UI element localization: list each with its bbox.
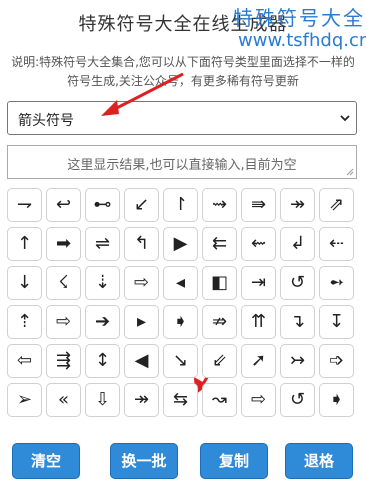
- symbol-cell[interactable]: ↓: [7, 266, 42, 300]
- symbol-cell[interactable]: ➚: [241, 344, 276, 378]
- symbol-cell[interactable]: ☇: [46, 266, 81, 300]
- resize-grip-icon[interactable]: [346, 168, 354, 176]
- watermark-url: www.tsfhdq.cn: [238, 30, 366, 51]
- watermark-title: 特殊符号大全: [233, 6, 365, 30]
- symbol-cell[interactable]: ⇩: [85, 383, 120, 417]
- symbol-cell[interactable]: ↺: [280, 383, 315, 417]
- symbol-cell[interactable]: ➩: [319, 344, 354, 378]
- refresh-button[interactable]: 换一批: [110, 443, 178, 479]
- symbol-cell[interactable]: ⇆: [163, 383, 198, 417]
- symbol-cell[interactable]: ↕: [85, 344, 120, 378]
- symbol-cell[interactable]: ↴: [280, 305, 315, 339]
- symbol-cell[interactable]: ⇨: [124, 266, 159, 300]
- symbol-cell[interactable]: ↧: [319, 305, 354, 339]
- symbol-cell[interactable]: ◀: [124, 344, 159, 378]
- symbol-cell[interactable]: ↺: [280, 266, 315, 300]
- symbol-cell[interactable]: ◧: [202, 266, 237, 300]
- symbol-cell[interactable]: ↣: [280, 344, 315, 378]
- symbol-cell[interactable]: ⇏: [202, 305, 237, 339]
- result-placeholder: 这里显示结果,也可以直接输入,目前为空: [67, 158, 297, 173]
- symbol-cell[interactable]: ➻: [319, 266, 354, 300]
- symbol-cell[interactable]: ⇨: [46, 305, 81, 339]
- symbol-cell[interactable]: ⇥: [241, 266, 276, 300]
- symbol-cell[interactable]: ⇗: [319, 188, 354, 222]
- symbol-cell[interactable]: ▸: [124, 305, 159, 339]
- symbol-cell[interactable]: ⇛: [241, 188, 276, 222]
- symbol-cell[interactable]: ➧: [319, 383, 354, 417]
- symbol-cell[interactable]: ↠: [280, 188, 315, 222]
- description-text: 说明:特殊符号大全集合,您可以从下面符号类型里面选择不一样的符号生成,关注公众号…: [11, 55, 355, 88]
- symbol-cell[interactable]: ↩: [46, 188, 81, 222]
- category-select-value: 箭头符号: [18, 113, 74, 129]
- symbol-cell[interactable]: ◂: [163, 266, 198, 300]
- symbol-cell[interactable]: ↑: [7, 227, 42, 261]
- symbol-cell[interactable]: ➡: [46, 227, 81, 261]
- copy-button[interactable]: 复制: [200, 443, 268, 479]
- symbol-cell[interactable]: ⇝: [202, 188, 237, 222]
- symbol-cell[interactable]: ↝: [202, 383, 237, 417]
- symbol-cell[interactable]: ↠: [124, 383, 159, 417]
- symbol-cell[interactable]: ↘: [163, 344, 198, 378]
- symbol-cell[interactable]: ⇁: [7, 188, 42, 222]
- chevron-down-icon: [340, 115, 350, 122]
- symbol-cell[interactable]: ⇶: [46, 344, 81, 378]
- symbol-cell[interactable]: ▶: [163, 227, 198, 261]
- clear-button[interactable]: 清空: [12, 443, 80, 479]
- symbol-cell[interactable]: ⇇: [202, 227, 237, 261]
- category-select[interactable]: 箭头符号: [7, 101, 357, 135]
- symbol-cell[interactable]: ➧: [163, 305, 198, 339]
- symbol-cell[interactable]: ↲: [280, 227, 315, 261]
- symbol-cell[interactable]: ⊷: [85, 188, 120, 222]
- symbol-cell[interactable]: ↰: [124, 227, 159, 261]
- symbol-cell[interactable]: ⇜: [241, 227, 276, 261]
- result-input[interactable]: 这里显示结果,也可以直接输入,目前为空: [7, 145, 357, 179]
- symbol-cell[interactable]: ⇈: [241, 305, 276, 339]
- symbol-cell[interactable]: ⇡: [7, 305, 42, 339]
- backspace-button[interactable]: 退格: [285, 443, 353, 479]
- symbol-cell[interactable]: ⇌: [85, 227, 120, 261]
- symbol-cell[interactable]: ⇦: [7, 344, 42, 378]
- symbol-cell[interactable]: ⇣: [85, 266, 120, 300]
- symbol-cell[interactable]: ➔: [85, 305, 120, 339]
- symbol-cell[interactable]: «: [46, 383, 81, 417]
- symbol-cell[interactable]: ⇠: [319, 227, 354, 261]
- symbol-cell[interactable]: ⇙: [202, 344, 237, 378]
- symbol-cell[interactable]: ↙: [124, 188, 159, 222]
- symbol-cell[interactable]: ➢: [7, 383, 42, 417]
- symbol-cell[interactable]: ⇨: [241, 383, 276, 417]
- symbol-cell[interactable]: ↾: [163, 188, 198, 222]
